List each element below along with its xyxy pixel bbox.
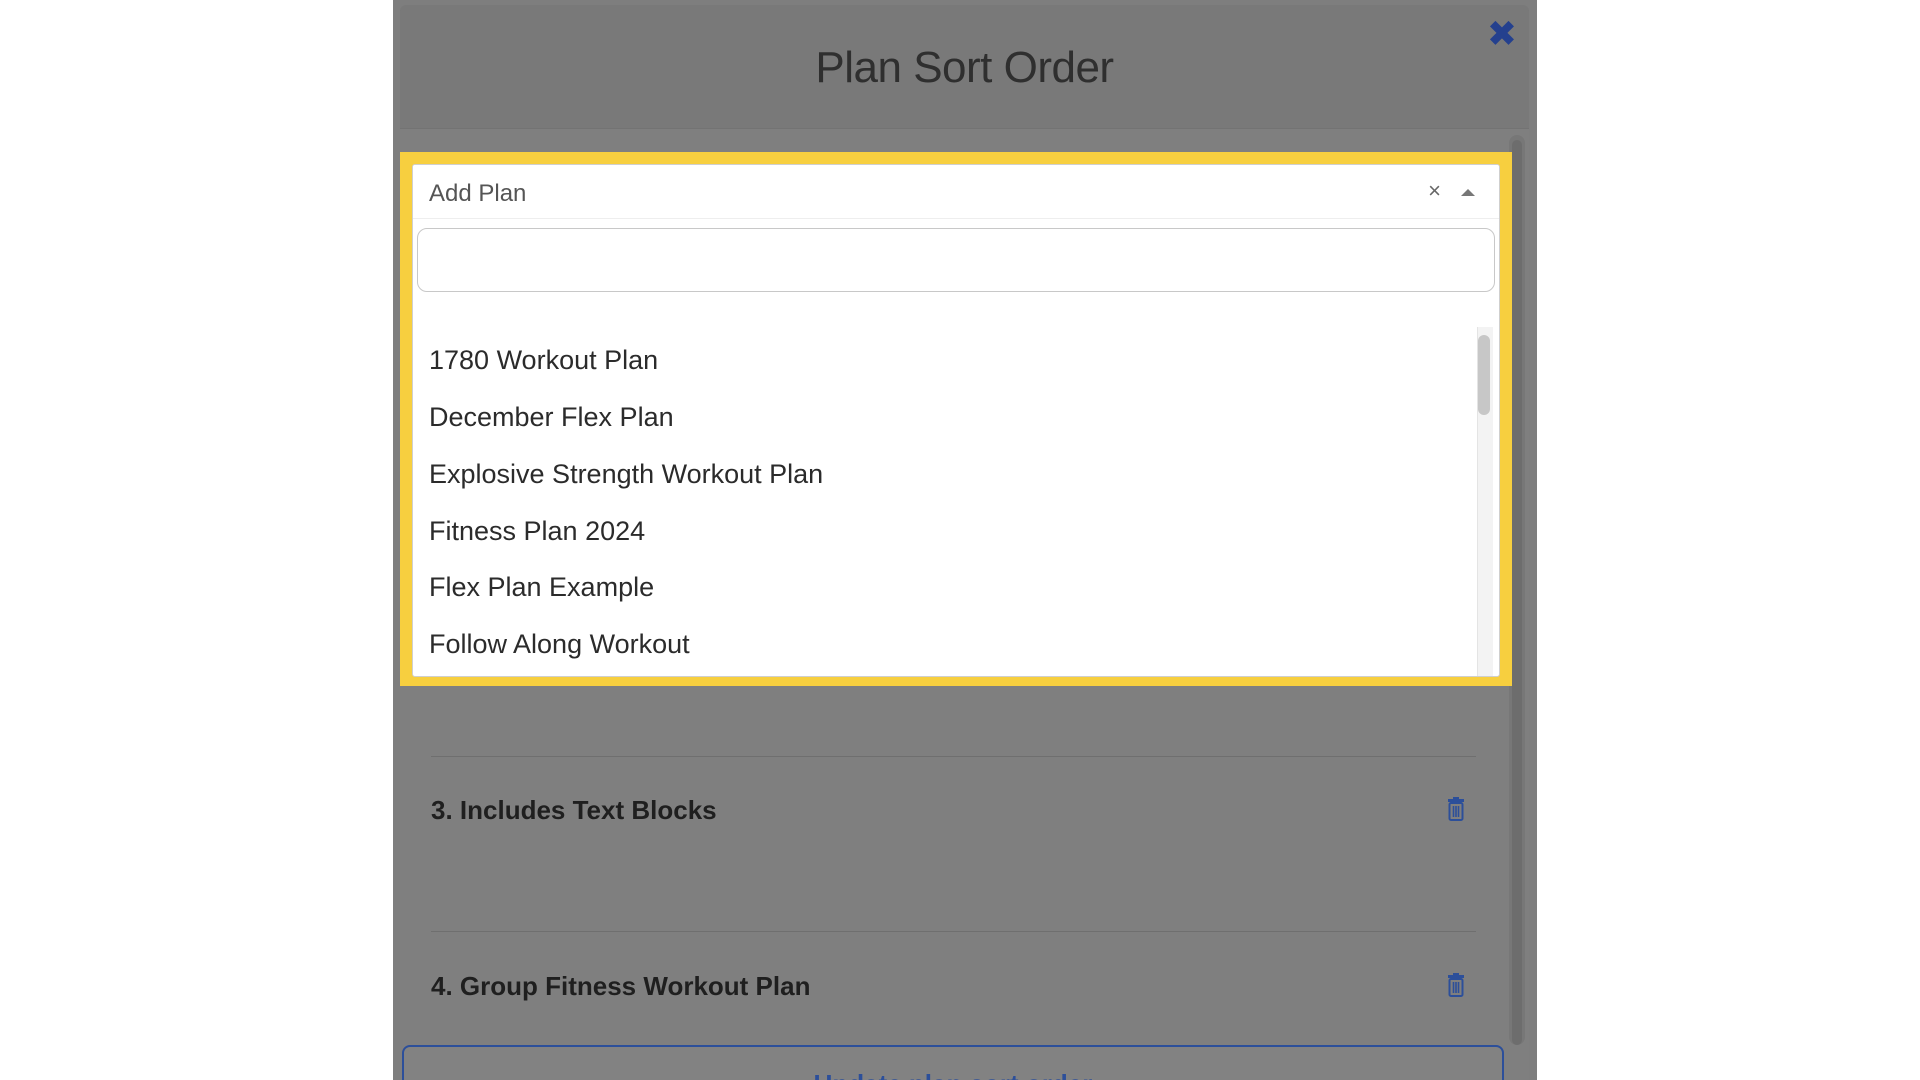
list-item[interactable]: Fitness Plan 2024 — [429, 516, 645, 547]
row-divider — [431, 931, 1476, 932]
search-input[interactable] — [417, 228, 1495, 292]
modal-header: Plan Sort Order ✖ — [400, 5, 1529, 129]
trash-icon[interactable] — [1447, 797, 1465, 821]
add-plan-select: Add Plan × 1780 Workout Plan December Fl… — [412, 164, 1500, 677]
plan-row-title: 4. Group Fitness Workout Plan — [431, 971, 811, 1001]
list-item[interactable]: 1780 Workout Plan — [429, 345, 658, 376]
close-icon[interactable]: ✖ — [1485, 16, 1519, 52]
list-item[interactable]: Explosive Strength Workout Plan — [429, 459, 823, 490]
modal-scrollbar-thumb[interactable] — [1512, 140, 1522, 1045]
modal-title: Plan Sort Order — [815, 43, 1114, 92]
select-header[interactable]: Add Plan × — [413, 165, 1499, 219]
update-plan-sort-order-button[interactable]: Update plan sort order — [402, 1045, 1504, 1080]
plan-row-title: 3. Includes Text Blocks — [431, 795, 717, 825]
select-placeholder: Add Plan — [429, 180, 527, 207]
chevron-up-icon[interactable] — [1461, 189, 1475, 196]
row-divider — [431, 756, 1476, 757]
clear-icon[interactable]: × — [1428, 180, 1441, 202]
trash-icon[interactable] — [1447, 973, 1465, 997]
options-list: 1780 Workout Plan December Flex Plan Exp… — [413, 327, 1475, 676]
list-item[interactable]: December Flex Plan — [429, 402, 674, 433]
options-scrollbar-thumb[interactable] — [1478, 335, 1490, 415]
list-item[interactable]: Flex Plan Example — [429, 572, 654, 603]
list-item[interactable]: Follow Along Workout — [429, 629, 690, 660]
